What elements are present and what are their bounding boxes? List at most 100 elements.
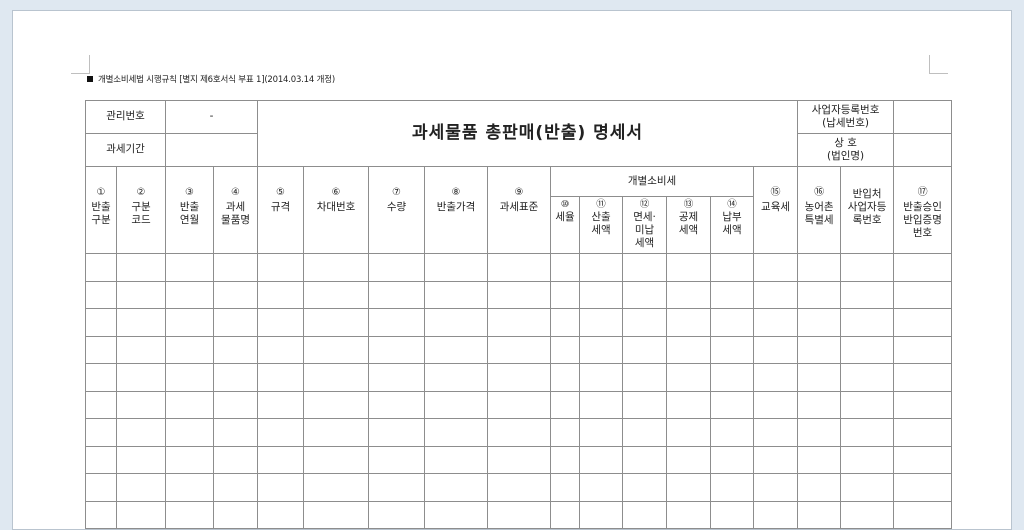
entry-cell[interactable] (303, 253, 370, 282)
entry-cell[interactable] (115, 280, 167, 309)
entry-cell[interactable] (579, 418, 624, 447)
entry-cell[interactable] (893, 363, 953, 392)
entry-cell[interactable] (115, 473, 167, 502)
entry-cell[interactable] (487, 390, 552, 419)
entry-cell[interactable] (840, 445, 895, 474)
entry-cell[interactable] (487, 418, 552, 447)
entry-cell[interactable] (115, 335, 167, 364)
entry-cell[interactable] (710, 308, 755, 337)
entry-cell[interactable] (115, 363, 167, 392)
entry-cell[interactable] (368, 335, 426, 364)
entry-cell[interactable] (579, 280, 624, 309)
entry-cell[interactable] (85, 308, 117, 337)
entry-cell[interactable] (797, 473, 842, 502)
entry-cell[interactable] (622, 390, 668, 419)
entry-cell[interactable] (622, 335, 668, 364)
entry-cell[interactable] (893, 308, 953, 337)
entry-cell[interactable] (753, 500, 799, 529)
entry-cell[interactable] (487, 500, 552, 529)
entry-cell[interactable] (257, 445, 305, 474)
entry-cell[interactable] (710, 280, 755, 309)
entry-cell[interactable] (550, 473, 581, 502)
entry-cell[interactable] (487, 473, 552, 502)
entry-cell[interactable] (579, 363, 624, 392)
entry-cell[interactable] (213, 280, 259, 309)
entry-cell[interactable] (797, 280, 842, 309)
entry-cell[interactable] (368, 445, 426, 474)
entry-cell[interactable] (213, 500, 259, 529)
entry-cell[interactable] (424, 445, 489, 474)
entry-cell[interactable] (257, 253, 305, 282)
entry-cell[interactable] (579, 335, 624, 364)
entry-cell[interactable] (797, 418, 842, 447)
entry-cell[interactable] (666, 363, 712, 392)
entry-cell[interactable] (797, 445, 842, 474)
entry-cell[interactable] (424, 280, 489, 309)
entry-cell[interactable] (550, 308, 581, 337)
entry-cell[interactable] (840, 473, 895, 502)
entry-cell[interactable] (622, 308, 668, 337)
entry-cell[interactable] (840, 253, 895, 282)
entry-cell[interactable] (165, 418, 215, 447)
entry-cell[interactable] (753, 390, 799, 419)
entry-cell[interactable] (893, 473, 953, 502)
entry-cell[interactable] (622, 280, 668, 309)
entry-cell[interactable] (303, 473, 370, 502)
entry-cell[interactable] (666, 445, 712, 474)
entry-cell[interactable] (165, 280, 215, 309)
entry-cell[interactable] (303, 500, 370, 529)
entry-cell[interactable] (893, 390, 953, 419)
entry-cell[interactable] (550, 280, 581, 309)
entry-cell[interactable] (550, 445, 581, 474)
entry-cell[interactable] (165, 335, 215, 364)
entry-cell[interactable] (797, 363, 842, 392)
entry-cell[interactable] (213, 418, 259, 447)
entry-cell[interactable] (487, 308, 552, 337)
entry-cell[interactable] (257, 473, 305, 502)
entry-cell[interactable] (165, 500, 215, 529)
entry-cell[interactable] (840, 418, 895, 447)
entry-cell[interactable] (710, 390, 755, 419)
entry-cell[interactable] (893, 500, 953, 529)
entry-cell[interactable] (622, 253, 668, 282)
entry-cell[interactable] (487, 280, 552, 309)
entry-cell[interactable] (115, 253, 167, 282)
entry-cell[interactable] (424, 473, 489, 502)
entry-cell[interactable] (893, 335, 953, 364)
entry-cell[interactable] (753, 473, 799, 502)
entry-cell[interactable] (710, 335, 755, 364)
entry-cell[interactable] (257, 500, 305, 529)
entry-cell[interactable] (666, 308, 712, 337)
entry-cell[interactable] (622, 363, 668, 392)
mgmt-no-value[interactable]: - (165, 100, 259, 134)
entry-cell[interactable] (753, 445, 799, 474)
entry-cell[interactable] (487, 253, 552, 282)
entry-cell[interactable] (85, 280, 117, 309)
entry-cell[interactable] (840, 390, 895, 419)
entry-cell[interactable] (257, 418, 305, 447)
entry-cell[interactable] (753, 308, 799, 337)
entry-cell[interactable] (85, 473, 117, 502)
entry-cell[interactable] (753, 253, 799, 282)
entry-cell[interactable] (487, 335, 552, 364)
entry-cell[interactable] (213, 473, 259, 502)
entry-cell[interactable] (487, 445, 552, 474)
entry-cell[interactable] (753, 418, 799, 447)
entry-cell[interactable] (840, 335, 895, 364)
entry-cell[interactable] (893, 418, 953, 447)
entry-cell[interactable] (550, 253, 581, 282)
entry-cell[interactable] (165, 253, 215, 282)
entry-cell[interactable] (368, 500, 426, 529)
entry-cell[interactable] (579, 253, 624, 282)
entry-cell[interactable] (579, 500, 624, 529)
entry-cell[interactable] (257, 390, 305, 419)
entry-cell[interactable] (303, 418, 370, 447)
entry-cell[interactable] (424, 390, 489, 419)
entry-cell[interactable] (165, 445, 215, 474)
entry-cell[interactable] (368, 253, 426, 282)
entry-cell[interactable] (424, 363, 489, 392)
entry-cell[interactable] (840, 500, 895, 529)
entry-cell[interactable] (579, 445, 624, 474)
entry-cell[interactable] (257, 335, 305, 364)
entry-cell[interactable] (115, 308, 167, 337)
